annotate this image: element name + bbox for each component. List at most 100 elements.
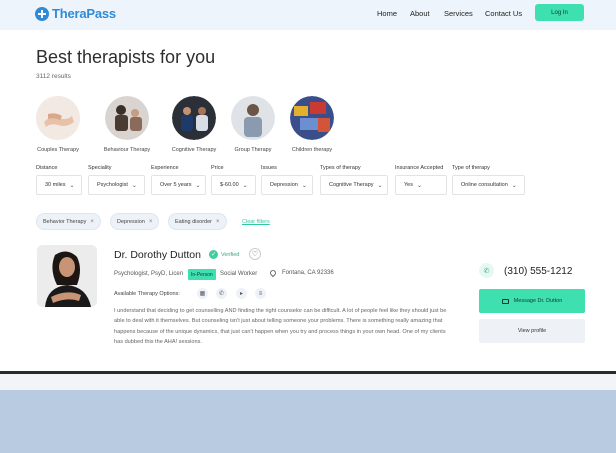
filter-label: Distance (36, 165, 58, 171)
video-icon[interactable]: ▸ (236, 288, 247, 299)
filter-label: Types of therapy (320, 165, 361, 171)
filter-experience: Experience Over 5 years ⌄ (151, 165, 206, 195)
chip-label: Eating disorder (175, 218, 212, 225)
category-behaviour-therapy[interactable]: Behaviour Therapy (99, 96, 155, 153)
message-button[interactable]: Message Dr. Dutton (479, 289, 585, 313)
filter-label: Experience (151, 165, 179, 171)
in-person-tooltip: In-Person (188, 269, 216, 280)
filter-types-of-therapy: Types of therapy Cognitive Therapy ⌄ (320, 165, 388, 195)
filter-type-of-therapy: Type of therapy Online consultation ⌄ (452, 165, 525, 195)
category-couples-therapy[interactable]: Couples Therapy (30, 96, 86, 153)
close-icon[interactable]: × (90, 219, 94, 225)
filter-value: Cognitive Therapy (329, 182, 374, 188)
issues-select[interactable]: Depression ⌄ (261, 175, 313, 195)
phone-icon[interactable]: ✆ (479, 263, 494, 278)
results-count: 3112 results (36, 73, 71, 80)
logo[interactable]: TheraPass (35, 6, 116, 21)
chevron-down-icon: ⌄ (377, 182, 383, 189)
location-text: Fontana, CA 92336 (282, 270, 334, 276)
therapist-bio: I understand that deciding to get counse… (114, 308, 447, 346)
distance-select[interactable]: 30 miles ⌄ (36, 175, 82, 195)
chip-label: Depression (117, 218, 145, 225)
category-cognitive-therapy[interactable]: Cognitive Therapy (166, 96, 222, 153)
in-person-icon[interactable]: ▦ (197, 288, 208, 299)
group-therapy-image (231, 96, 275, 140)
page-title: Best therapists for you (36, 47, 216, 67)
check-icon: ✓ (209, 250, 218, 259)
category-group-therapy[interactable]: Group Therapy (225, 96, 281, 153)
clear-filters-link[interactable]: Clear filters (242, 219, 270, 225)
phone-icon[interactable]: ✆ (216, 288, 227, 299)
plus-icon (35, 6, 49, 21)
filter-value: Over 5 years (160, 182, 192, 188)
nav-link-home[interactable]: Home (377, 9, 397, 18)
nav-link-contact[interactable]: Contact Us (485, 9, 522, 18)
filter-speciality: Speciality Psychologist ⌄ (88, 165, 145, 195)
filter-value: $-60.00 (220, 182, 239, 188)
cognitive-therapy-image (172, 96, 216, 140)
chip-eating-disorder[interactable]: Eating disorder × (168, 213, 227, 230)
chevron-down-icon: ⌄ (195, 182, 201, 189)
chip-label: Behavior Therapy (43, 218, 87, 225)
filter-distance: Distance 30 miles ⌄ (36, 165, 82, 195)
view-profile-button[interactable]: View profile (479, 319, 585, 343)
therapy-options-label: Available Therapy Options: (114, 291, 180, 297)
type-of-therapy-select[interactable]: Online consultation ⌄ (452, 175, 525, 195)
types-of-therapy-select[interactable]: Cognitive Therapy ⌄ (320, 175, 388, 195)
location-pin-icon (268, 268, 278, 278)
verified-label: Verified (221, 251, 240, 258)
filter-insurance: Insurance Accepted Yes ⌄ (395, 165, 447, 195)
nav-link-services[interactable]: Services (444, 9, 473, 18)
login-button[interactable]: Log In (535, 4, 584, 21)
speciality-select[interactable]: Psychologist ⌄ (88, 175, 145, 195)
filter-value: Psychologist (97, 182, 128, 188)
chevron-down-icon: ⌄ (301, 182, 307, 189)
filter-label: Issues (261, 165, 277, 171)
behaviour-therapy-image (105, 96, 149, 140)
filter-price: Price $-60.00 ⌄ (211, 165, 256, 195)
phone-number[interactable]: (310) 555-1212 (504, 266, 572, 277)
therapist-location: Fontana, CA 92336 (268, 268, 334, 278)
filter-issues: Issues Depression ⌄ (261, 165, 313, 195)
filter-label: Insurance Accepted (395, 165, 444, 171)
therapist-photo[interactable] (37, 245, 97, 307)
chip-behavior-therapy[interactable]: Behavior Therapy × (36, 213, 101, 230)
chevron-down-icon: ⌄ (242, 182, 248, 189)
chevron-down-icon: ⌄ (511, 182, 517, 189)
chevron-down-icon: ⌄ (131, 182, 137, 189)
navbar: TheraPass Home About Services Contact Us… (0, 0, 616, 30)
category-label: Behaviour Therapy (103, 147, 151, 153)
insurance-select[interactable]: Yes ⌄ (395, 175, 447, 195)
filter-value: 30 miles (45, 182, 66, 188)
nav-link-about[interactable]: About (410, 9, 430, 18)
close-icon[interactable]: × (216, 219, 220, 225)
filter-label: Speciality (88, 165, 112, 171)
message-label: Message Dr. Dutton (513, 298, 563, 304)
background-band (0, 374, 616, 390)
therapist-name[interactable]: Dr. Dorothy Dutton (114, 249, 201, 261)
verified-badge: ✓ Verified (209, 250, 239, 259)
category-label: Cognitive Therapy (171, 147, 217, 153)
category-label: Children therapy (291, 147, 333, 153)
price-select[interactable]: $-60.00 ⌄ (211, 175, 256, 195)
filter-value: Online consultation (461, 182, 508, 188)
category-children-therapy[interactable]: Children therapy (284, 96, 340, 153)
couples-therapy-image (36, 96, 80, 140)
chevron-down-icon: ⌄ (69, 182, 75, 189)
chat-icon[interactable]: ≡ (255, 288, 266, 299)
heart-icon[interactable]: ♡ (249, 248, 261, 260)
logo-text: TheraPass (52, 6, 116, 21)
children-therapy-image (290, 96, 334, 140)
experience-select[interactable]: Over 5 years ⌄ (151, 175, 206, 195)
therapist-credentials: Psychologist, PsyD, Licen (114, 271, 184, 277)
filter-value: Yes (404, 182, 413, 188)
filter-label: Type of therapy (452, 165, 490, 171)
page: TheraPass Home About Services Contact Us… (0, 0, 616, 371)
category-label: Group Therapy (234, 147, 272, 153)
filter-label: Price (211, 165, 224, 171)
filter-value: Depression (270, 182, 298, 188)
chevron-down-icon: ⌄ (416, 182, 423, 189)
close-icon[interactable]: × (149, 219, 153, 225)
message-icon (501, 298, 509, 304)
chip-depression[interactable]: Depression × (110, 213, 160, 230)
